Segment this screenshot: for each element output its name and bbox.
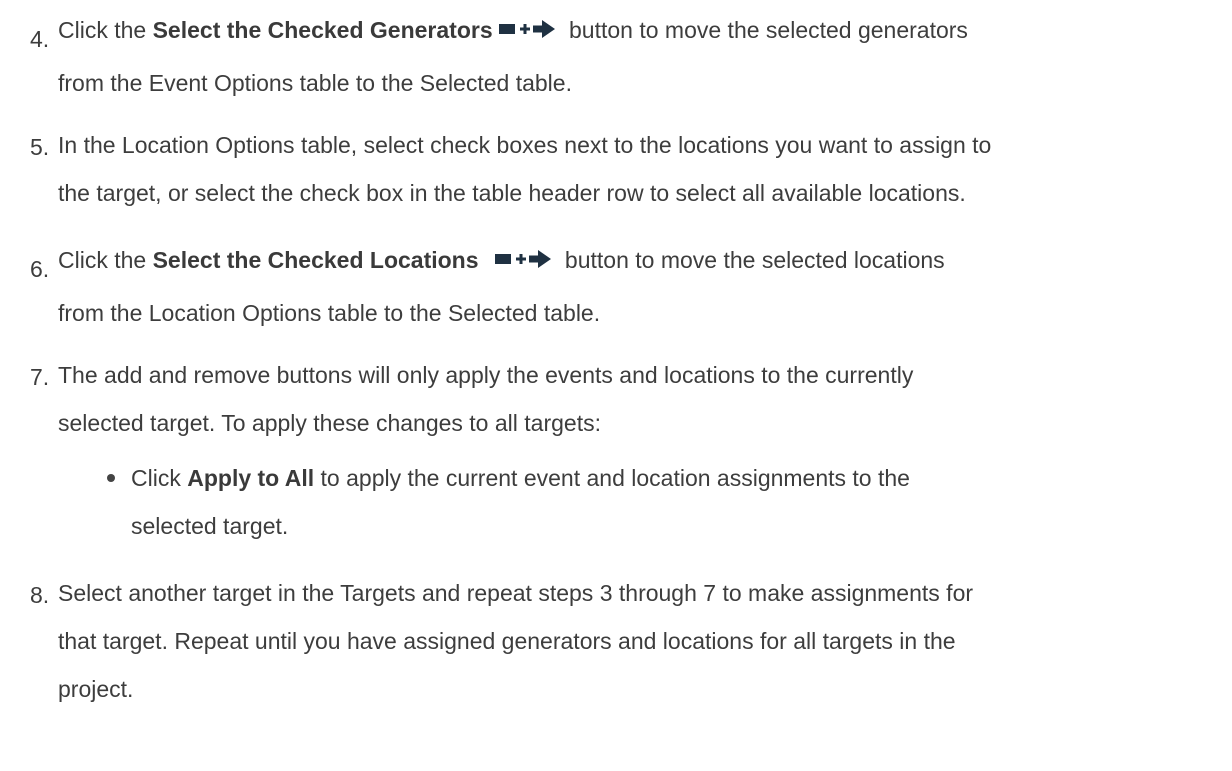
step-text-line: from the Location Options table to the S… <box>58 300 601 326</box>
step-text: button to move the selected generators <box>562 17 968 43</box>
step-number: 4. <box>30 26 50 52</box>
bullet-text-line: Click Apply to All to apply the current … <box>131 463 910 493</box>
step-text-line: selected target. To apply these changes … <box>58 410 601 436</box>
bullet-text-line: selected target. <box>131 513 289 539</box>
step-number: 5. <box>30 134 50 160</box>
ui-element-name: Select the Checked Locations <box>152 247 479 273</box>
ui-element-name: Select the Checked Generators <box>152 17 493 43</box>
ui-element-name: Apply to All <box>187 465 315 491</box>
step-text-line: project. <box>58 676 134 702</box>
select-checked-arrow-icon <box>493 248 555 270</box>
step-text-line: the target, or select the check box in t… <box>58 180 966 206</box>
step-number: 8. <box>30 582 50 608</box>
step-text-line: that target. Repeat until you have assig… <box>58 628 956 654</box>
select-checked-arrow-icon <box>497 18 559 40</box>
step-number: 7. <box>30 364 50 390</box>
step-number: 6. <box>30 256 50 282</box>
step-text-line: Select another target in the Targets and… <box>58 580 974 606</box>
step-text-line: In the Location Options table, select ch… <box>58 132 992 158</box>
step-text-line: Click the Select the Checked Generators … <box>58 15 968 45</box>
step-text: Click the <box>58 247 153 273</box>
bullet-dot <box>107 474 115 482</box>
step-text-line: from the Event Options table to the Sele… <box>58 70 572 96</box>
step-text: Click <box>131 465 188 491</box>
step-text: button to move the selected locations <box>558 247 945 273</box>
step-text: Click the <box>58 17 153 43</box>
step-text-line: Click the Select the Checked Locations b… <box>58 245 945 275</box>
step-text-line: The add and remove buttons will only app… <box>58 362 914 388</box>
step-text: to apply the current event and location … <box>314 465 910 491</box>
